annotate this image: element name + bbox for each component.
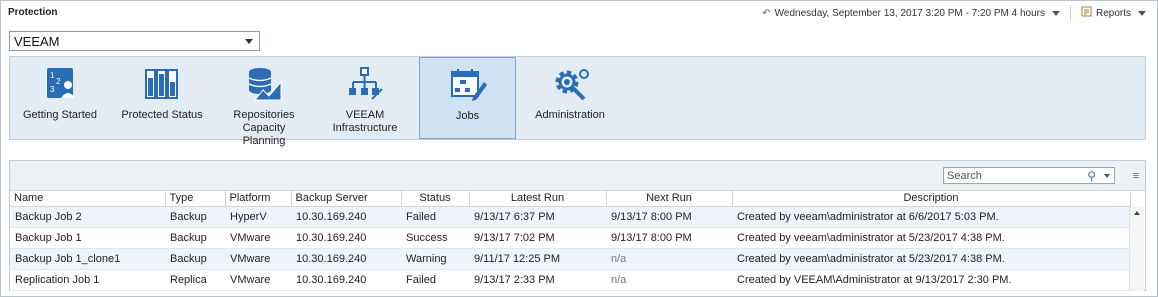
cell-backup-server: 10.30.169.240 bbox=[291, 206, 401, 228]
cell-latest-run: 9/13/17 6:37 PM bbox=[469, 206, 606, 228]
cell-status: Warning bbox=[401, 248, 469, 270]
infrastructure-icon bbox=[346, 66, 384, 102]
cell-name: Backup Job 2 bbox=[10, 206, 165, 228]
svg-text:1: 1 bbox=[50, 71, 55, 80]
cell-status: Failed bbox=[401, 269, 469, 291]
tile-repositories-capacity-planning[interactable]: Repositories Capacity Planning bbox=[216, 57, 312, 147]
cell-latest-run: 9/13/17 2:33 PM bbox=[469, 269, 606, 291]
jobs-grid: Search ⚲ ≡ Name Type Platform Backup Ser… bbox=[9, 160, 1146, 291]
top-right-bar: ↶ Wednesday, September 13, 2017 3:20 PM … bbox=[762, 6, 1146, 20]
cell-description: Created by VEEAM\Administrator at 9/13/2… bbox=[732, 269, 1130, 291]
tile-label: Administration bbox=[535, 109, 605, 121]
jobs-icon bbox=[449, 67, 487, 103]
cell-name: Backup Job 1 bbox=[10, 227, 165, 249]
navigation-tiles: 1 2 3 Getting Started Protected Status R… bbox=[9, 56, 1146, 147]
cell-status: Success bbox=[401, 227, 469, 249]
column-header-platform[interactable]: Platform bbox=[225, 191, 292, 207]
time-range-selector[interactable]: Wednesday, September 13, 2017 3:20 PM - … bbox=[775, 8, 1045, 19]
table-row[interactable]: Backup Job 1_clone1 Backup VMware 10.30.… bbox=[10, 248, 1130, 270]
column-header-backup-server[interactable]: Backup Server bbox=[291, 191, 402, 207]
cell-backup-server: 10.30.169.240 bbox=[291, 269, 401, 291]
cell-type: Backup bbox=[165, 206, 225, 228]
column-header-description[interactable]: Description bbox=[732, 191, 1131, 207]
cell-next-run: 9/13/17 8:00 PM bbox=[606, 206, 732, 228]
tile-administration[interactable]: Administration bbox=[524, 57, 616, 139]
cell-status: Failed bbox=[401, 206, 469, 228]
column-header-latest-run[interactable]: Latest Run bbox=[469, 191, 607, 207]
tile-getting-started[interactable]: 1 2 3 Getting Started bbox=[14, 57, 106, 139]
cell-next-run: n/a bbox=[606, 248, 732, 270]
cell-latest-run: 9/13/17 7:02 PM bbox=[469, 227, 606, 249]
cell-name: Backup Job 1_clone1 bbox=[10, 248, 165, 270]
page-title: Protection bbox=[8, 7, 58, 18]
cell-type: Backup bbox=[165, 227, 225, 249]
table-row[interactable]: Backup Job 1 Backup VMware 10.30.169.240… bbox=[10, 227, 1130, 249]
tile-label: VEEAM Infrastructure bbox=[332, 109, 398, 134]
separator bbox=[1069, 6, 1071, 20]
reports-icon bbox=[1081, 6, 1092, 20]
table-row[interactable]: Replication Job 1 Replica VMware 10.30.1… bbox=[10, 269, 1130, 291]
table-header-row: Name Type Platform Backup Server Status … bbox=[10, 191, 1131, 207]
scroll-up-arrow-icon[interactable] bbox=[1134, 211, 1140, 215]
column-header-next-run[interactable]: Next Run bbox=[606, 191, 733, 207]
protected-status-icon bbox=[143, 66, 181, 102]
cell-backup-server: 10.30.169.240 bbox=[291, 248, 401, 270]
tile-jobs[interactable]: Jobs bbox=[419, 57, 516, 139]
cell-description: Created by veeam\administrator at 5/23/2… bbox=[732, 248, 1130, 270]
source-select-value: VEEAM bbox=[14, 34, 60, 49]
table-row[interactable]: Backup Job 2 Backup HyperV 10.30.169.240… bbox=[10, 206, 1130, 228]
search-input[interactable]: Search ⚲ bbox=[943, 167, 1115, 184]
jobs-table: Name Type Platform Backup Server Status … bbox=[10, 191, 1131, 291]
search-icon[interactable]: ⚲ bbox=[1087, 169, 1096, 183]
cell-platform: VMware bbox=[225, 248, 291, 270]
cell-description: Created by veeam\administrator at 6/6/20… bbox=[732, 206, 1130, 228]
cell-platform: HyperV bbox=[225, 206, 291, 228]
chevron-down-icon[interactable] bbox=[1051, 10, 1060, 16]
cell-type: Backup bbox=[165, 248, 225, 270]
svg-text:3: 3 bbox=[50, 85, 55, 94]
tile-protected-status[interactable]: Protected Status bbox=[116, 57, 208, 139]
svg-text:2: 2 bbox=[56, 77, 61, 86]
cell-next-run: 9/13/17 8:00 PM bbox=[606, 227, 732, 249]
chevron-down-icon[interactable] bbox=[245, 39, 253, 44]
column-options-icon[interactable]: ≡ bbox=[1133, 170, 1139, 182]
administration-icon bbox=[551, 66, 589, 102]
tile-label: Jobs bbox=[455, 110, 480, 122]
search-placeholder: Search bbox=[947, 170, 982, 182]
time-range-icon: ↶ bbox=[762, 7, 771, 19]
reports-chevron-down-icon[interactable] bbox=[1138, 10, 1146, 16]
column-header-status[interactable]: Status bbox=[401, 191, 470, 207]
cell-backup-server: 10.30.169.240 bbox=[291, 227, 401, 249]
cell-name: Replication Job 1 bbox=[10, 269, 165, 291]
tile-label: Getting Started bbox=[23, 109, 97, 121]
cell-latest-run: 9/11/17 12:25 PM bbox=[469, 248, 606, 270]
grid-toolbar: Search ⚲ ≡ bbox=[10, 161, 1145, 191]
tile-label: Repositories Capacity Planning bbox=[233, 109, 295, 147]
cell-type: Replica bbox=[165, 269, 225, 291]
tile-veeam-infrastructure[interactable]: VEEAM Infrastructure bbox=[318, 57, 412, 139]
column-header-type[interactable]: Type bbox=[165, 191, 226, 207]
cell-description: Created by veeam\administrator at 5/23/2… bbox=[732, 227, 1130, 249]
search-options-chevron-icon[interactable] bbox=[1104, 174, 1110, 178]
cell-platform: VMware bbox=[225, 269, 291, 291]
cell-platform: VMware bbox=[225, 227, 291, 249]
cell-next-run: n/a bbox=[606, 269, 732, 291]
repositories-icon bbox=[245, 66, 283, 102]
tile-label: Protected Status bbox=[121, 109, 203, 121]
getting-started-icon: 1 2 3 bbox=[41, 66, 79, 102]
reports-button[interactable]: Reports bbox=[1096, 8, 1131, 19]
source-select[interactable]: VEEAM bbox=[9, 31, 260, 51]
column-header-name[interactable]: Name bbox=[10, 191, 166, 207]
vertical-scrollbar[interactable] bbox=[1129, 207, 1144, 291]
